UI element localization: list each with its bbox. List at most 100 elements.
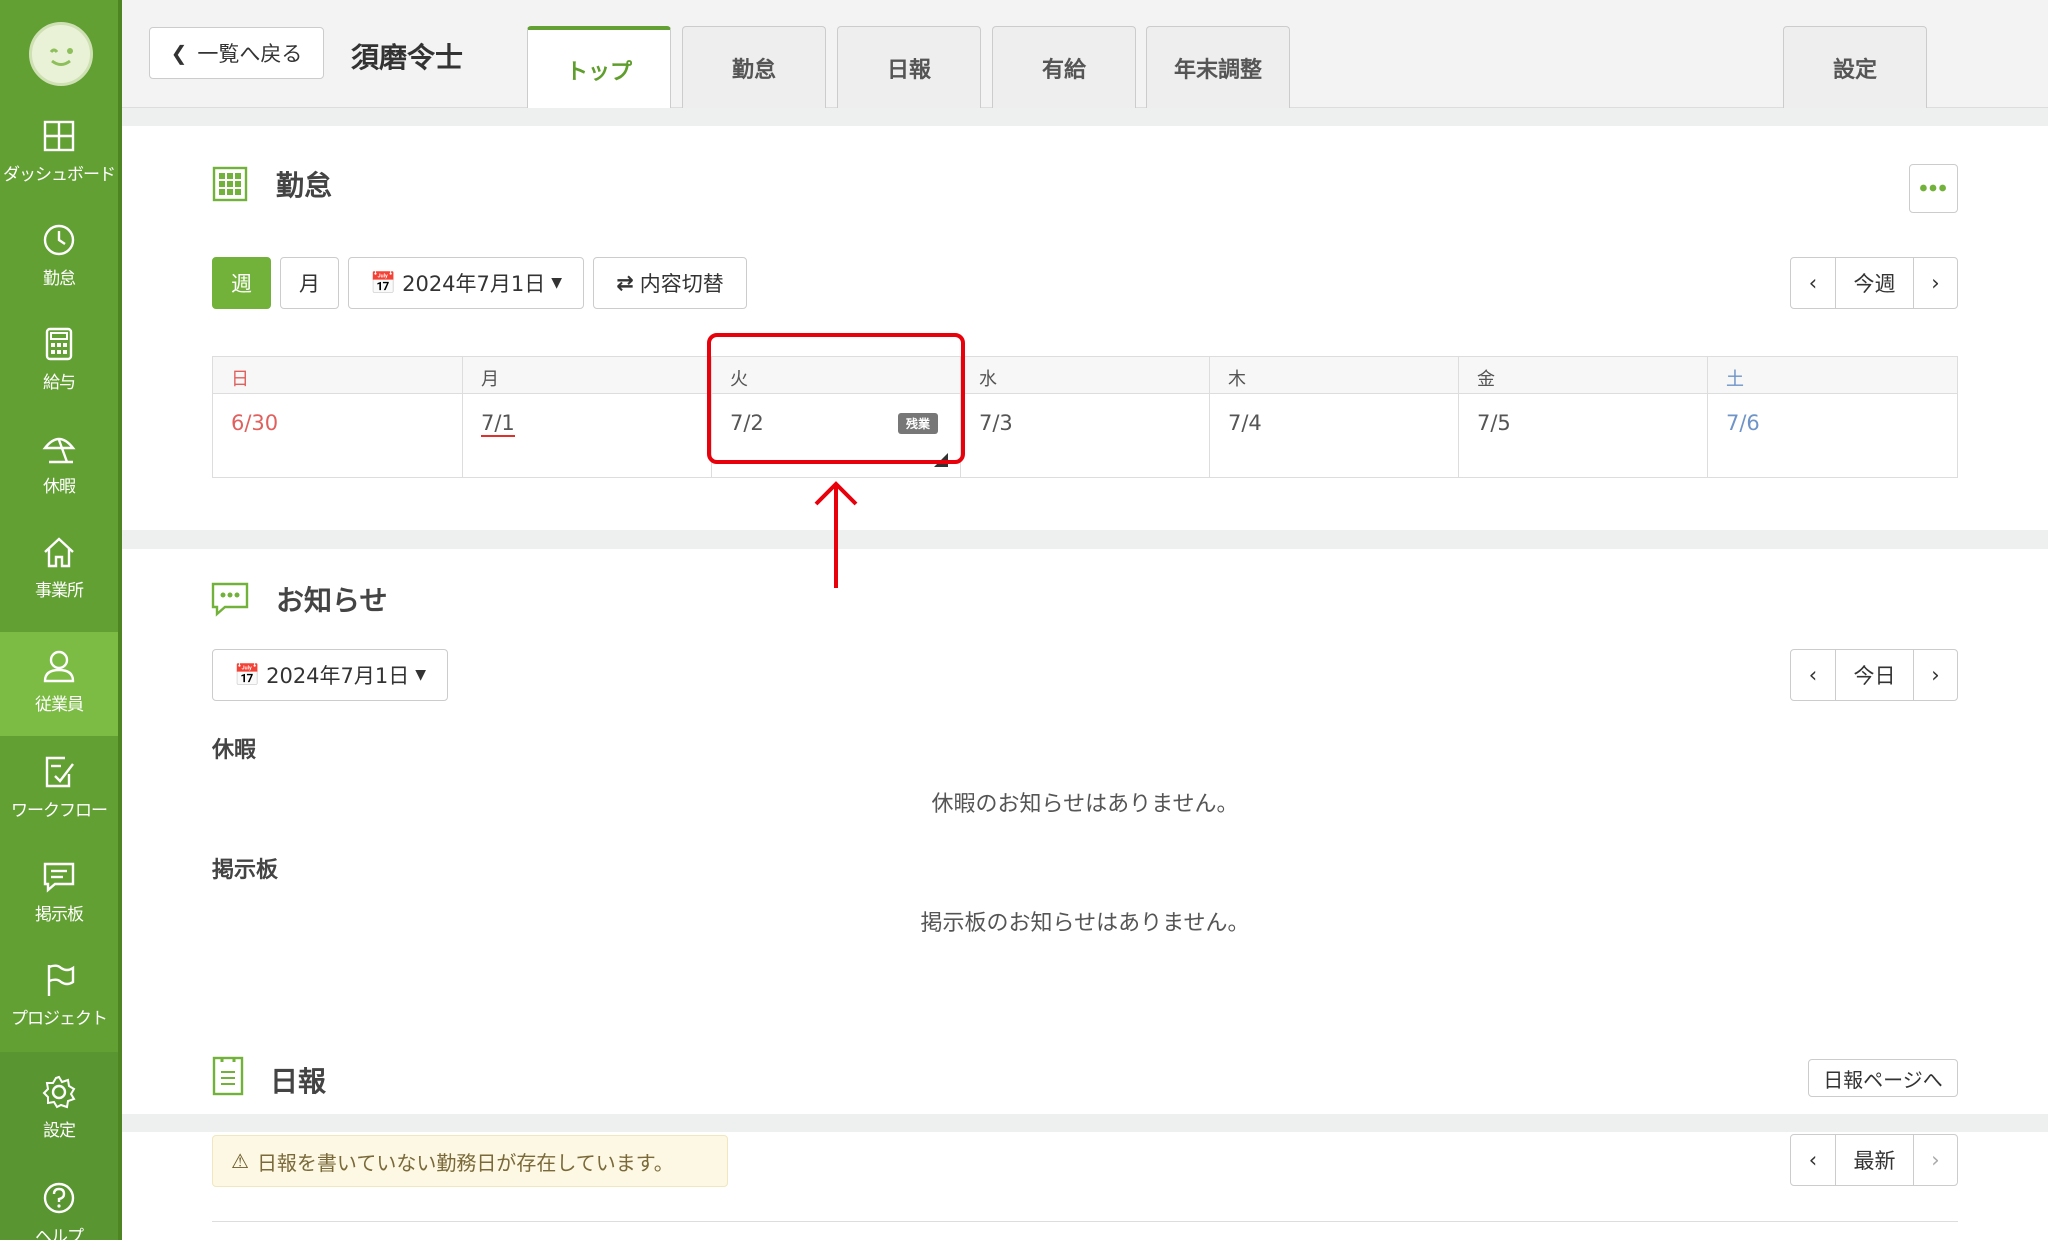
week-view-button[interactable]: 週 <box>212 257 271 309</box>
day-of-week: 月 <box>481 369 499 390</box>
sidebar-item-employees[interactable]: 従業員 <box>0 632 118 736</box>
latest-button[interactable]: 最新 <box>1835 1135 1913 1185</box>
sidebar-item-office[interactable]: 事業所 <box>0 534 118 638</box>
ellipsis-icon <box>1920 184 1946 192</box>
umbrella-icon <box>0 430 118 466</box>
vacation-heading: 休暇 <box>212 738 257 763</box>
date-picker-label: 2024年7月1日 <box>266 664 410 688</box>
back-to-list-button[interactable]: ❮ 一覧へ戻る <box>149 27 324 79</box>
sidebar-item-label: ヘルプ <box>35 1227 84 1240</box>
day-of-week: 水 <box>979 369 997 390</box>
prev-report-button[interactable]: ‹ <box>1791 1135 1835 1185</box>
employee-name: 須磨令士 <box>351 41 464 74</box>
sidebar-item-label: 休暇 <box>43 477 76 497</box>
tab-paid-leave[interactable]: 有給 <box>992 26 1136 108</box>
sidebar-item-label: 掲示板 <box>35 905 84 925</box>
day-date: 7/3 <box>979 411 1013 435</box>
sidebar: ダッシュボード 勤怠 給与 休暇 事業所 従業員 ワークフロー 掲示板 プロジェ… <box>0 0 122 1240</box>
prev-week-button[interactable]: ‹ <box>1791 258 1835 308</box>
sidebar-item-workflow[interactable]: ワークフロー <box>0 754 118 858</box>
sidebar-item-label: 設定 <box>43 1121 76 1141</box>
flag-icon <box>0 962 118 998</box>
day-date: 7/1 <box>481 411 515 437</box>
day-cell-saturday[interactable]: 土 7/6 <box>1707 357 1957 477</box>
sidebar-item-dashboard[interactable]: ダッシュボード <box>0 118 118 222</box>
back-label: 一覧へ戻る <box>197 42 303 66</box>
gear-icon <box>0 1074 118 1110</box>
chevron-right-icon: › <box>1931 1148 1940 1172</box>
calendar-icon: 📅 <box>369 270 397 295</box>
warning-text: 日報を書いていない勤務日が存在しています。 <box>256 1150 674 1175</box>
notice-section: お知らせ 📅 2024年7月1日 ▼ ‹ 今日 › 休暇 休暇のお知らせはありま… <box>122 549 2048 1114</box>
sidebar-item-board[interactable]: 掲示板 <box>0 858 118 962</box>
date-picker-label: 2024年7月1日 <box>402 272 546 296</box>
calendar-grid-icon <box>212 166 248 202</box>
document-icon <box>212 1056 248 1096</box>
caret-down-icon: ▼ <box>415 667 427 683</box>
chevron-right-icon: › <box>1931 663 1940 687</box>
tab-top[interactable]: トップ <box>527 26 671 109</box>
day-date: 6/30 <box>231 411 279 435</box>
more-options-button[interactable] <box>1909 164 1958 213</box>
today-button[interactable]: 今日 <box>1835 650 1913 700</box>
vacation-empty-message: 休暇のお知らせはありません。 <box>931 792 1239 817</box>
sidebar-item-payroll[interactable]: 給与 <box>0 326 118 430</box>
switch-content-button[interactable]: ⇄ 内容切替 <box>593 257 747 309</box>
switch-content-label: 内容切替 <box>639 272 724 296</box>
day-cell-thursday[interactable]: 木 7/4 <box>1209 357 1458 477</box>
day-cell-sunday[interactable]: 日 6/30 <box>213 357 462 477</box>
day-cell-wednesday[interactable]: 水 7/3 <box>960 357 1209 477</box>
prev-day-button[interactable]: ‹ <box>1791 650 1835 700</box>
report-navigation: ‹ 最新 › <box>1790 1134 1958 1186</box>
logo-icon[interactable] <box>29 22 93 86</box>
board-heading: 掲示板 <box>212 858 279 883</box>
calendar-icon: 📅 <box>233 662 261 687</box>
chevron-left-icon: ‹ <box>1808 271 1818 295</box>
month-view-button[interactable]: 月 <box>280 257 339 309</box>
sidebar-item-project[interactable]: プロジェクト <box>0 962 118 1066</box>
sidebar-item-vacation[interactable]: 休暇 <box>0 430 118 534</box>
chat-icon <box>0 858 118 894</box>
next-report-button[interactable]: › <box>1913 1135 1957 1185</box>
day-date: 7/4 <box>1228 411 1262 435</box>
day-of-week: 日 <box>231 369 249 390</box>
sidebar-item-help[interactable]: ヘルプ <box>0 1156 118 1240</box>
sidebar-item-attendance[interactable]: 勤怠 <box>0 222 118 326</box>
daily-report-page-link[interactable]: 日報ページへ <box>1808 1059 1958 1097</box>
up-arrow-icon <box>814 481 858 588</box>
day-date: 7/5 <box>1477 411 1511 435</box>
main-content: 勤怠 週 月 📅 2024年7月1日 ▼ ⇄ 内容切替 ‹ 今週 › 日 6/3… <box>122 108 2048 1240</box>
chevron-left-icon: ‹ <box>1808 1148 1818 1172</box>
date-picker-button[interactable]: 📅 2024年7月1日 ▼ <box>348 257 584 309</box>
warning-icon: ⚠ <box>231 1149 249 1173</box>
day-navigation: ‹ 今日 › <box>1790 649 1958 701</box>
day-date: 7/6 <box>1726 411 1760 435</box>
sidebar-item-settings[interactable]: 設定 <box>0 1052 118 1156</box>
tab-settings[interactable]: 設定 <box>1783 26 1927 108</box>
next-day-button[interactable]: › <box>1913 650 1957 700</box>
warning-alert: ⚠ 日報を書いていない勤務日が存在しています。 <box>212 1135 728 1187</box>
sidebar-item-label: 勤怠 <box>43 269 76 289</box>
tab-daily-report[interactable]: 日報 <box>837 26 981 108</box>
next-week-button[interactable]: › <box>1913 258 1957 308</box>
notice-date-picker-button[interactable]: 📅 2024年7月1日 ▼ <box>212 649 448 701</box>
clock-icon <box>0 222 118 258</box>
this-week-button[interactable]: 今週 <box>1835 258 1913 308</box>
sidebar-item-label: プロジェクト <box>11 1009 108 1029</box>
sidebar-item-label: 給与 <box>43 373 76 393</box>
sidebar-item-label: 従業員 <box>35 695 84 715</box>
day-cell-monday[interactable]: 月 7/1 <box>462 357 711 477</box>
day-of-week: 金 <box>1477 369 1495 390</box>
divider <box>212 1221 1958 1222</box>
dashboard-icon <box>0 118 118 154</box>
sidebar-item-label: ダッシュボード <box>3 165 116 185</box>
tab-year-end-adjustment[interactable]: 年末調整 <box>1146 26 1290 108</box>
checklist-icon <box>0 754 118 790</box>
tab-attendance[interactable]: 勤怠 <box>682 26 826 108</box>
chevron-left-icon: ❮ <box>170 41 188 65</box>
chevron-right-icon: › <box>1931 271 1940 295</box>
day-cell-friday[interactable]: 金 7/5 <box>1458 357 1707 477</box>
message-icon <box>211 581 249 617</box>
chevron-left-icon: ‹ <box>1808 663 1818 687</box>
sidebar-item-label: ワークフロー <box>11 801 108 821</box>
